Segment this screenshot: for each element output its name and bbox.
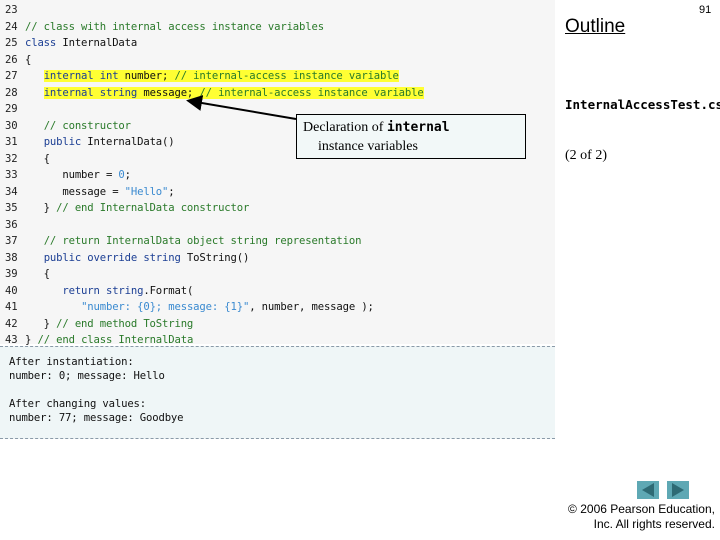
callout-arrow (186, 95, 297, 120)
callout-box: Declaration of internal instance variabl… (296, 114, 526, 159)
page-number: 91 (699, 4, 712, 16)
triangle-right-icon (672, 483, 684, 497)
triangle-left-icon (642, 483, 654, 497)
previous-slide-button[interactable] (637, 481, 659, 499)
outline-link[interactable]: Outline (565, 16, 625, 38)
callout-text: Declaration of (303, 120, 387, 135)
copyright-line-2: Inc. All rights reserved. (593, 517, 715, 531)
source-filename: InternalAccessTest.cs (565, 97, 720, 112)
next-slide-button[interactable] (667, 481, 689, 499)
callout-keyword: internal (386, 120, 450, 135)
copyright-notice: © 2006 Pearson Education, Inc. All right… (565, 502, 715, 532)
callout-text-line2: instance variables (318, 139, 418, 154)
copyright-line-1: © 2006 Pearson Education, (568, 502, 715, 516)
part-indicator: (2 of 2) (565, 148, 607, 163)
